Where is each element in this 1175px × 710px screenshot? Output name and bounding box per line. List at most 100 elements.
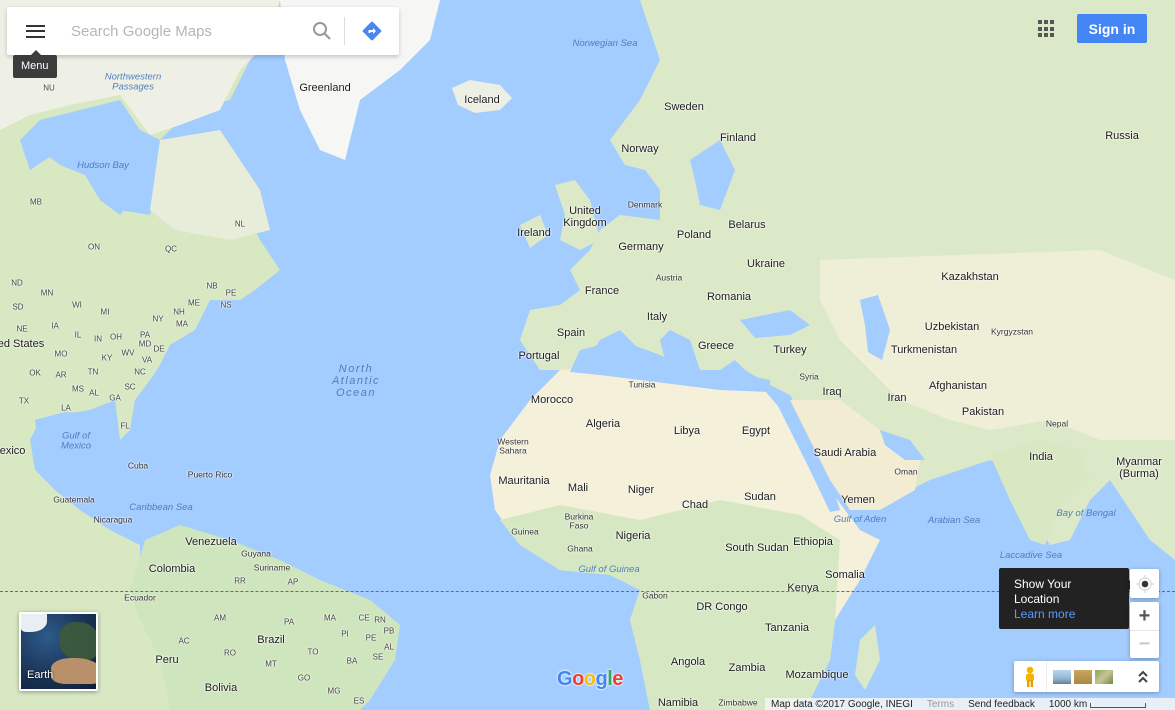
country-label: Russia — [1105, 129, 1139, 142]
state-label: PB — [383, 626, 395, 636]
state-label: SD — [12, 302, 24, 312]
state-label: PA — [283, 617, 295, 627]
earth-view-toggle[interactable]: Earth — [19, 612, 98, 691]
state-label: AL — [89, 388, 99, 398]
country-label: Zimbabwe — [718, 697, 758, 708]
layer-thumb-satellite[interactable] — [1053, 669, 1071, 684]
earth-thumbnail-desert — [51, 658, 96, 684]
country-label: Colombia — [148, 562, 196, 575]
state-label: RO — [224, 648, 236, 658]
water-label: Hudson Bay — [77, 159, 129, 171]
send-feedback-link[interactable]: Send feedback — [968, 699, 1035, 710]
country-label: Morocco — [530, 393, 574, 406]
state-label: AM — [214, 613, 226, 623]
show-location-text-2: Location — [1014, 592, 1060, 606]
state-label: SC — [124, 382, 136, 392]
water-label: Norwegian Sea — [572, 37, 638, 49]
country-label: Germany — [618, 240, 664, 253]
country-label: Romania — [706, 290, 752, 303]
directions-icon — [362, 21, 382, 41]
map-data-attribution: Map data ©2017 Google, INEGI — [771, 698, 913, 710]
country-label: Ghana — [567, 543, 593, 554]
layers-bar — [1014, 661, 1159, 692]
show-location-tooltip: Show Your Location Learn more — [999, 568, 1134, 629]
state-label: MA — [324, 613, 336, 623]
country-label: Austria — [655, 272, 683, 283]
country-label: Poland — [676, 228, 712, 241]
scale-label: 1000 km — [1048, 698, 1088, 710]
country-label: Niger — [627, 483, 655, 496]
state-label: PI — [341, 629, 349, 639]
country-label: Greece — [697, 339, 735, 352]
state-label: AL — [384, 642, 394, 652]
state-label: IL — [74, 330, 82, 340]
country-label: Gabon — [642, 590, 668, 601]
country-label: Tunisia — [628, 379, 656, 390]
country-label: Western Sahara — [497, 436, 529, 456]
state-label: NH — [173, 307, 185, 317]
chevron-up-double-icon — [1138, 670, 1148, 683]
state-label: NL — [234, 219, 246, 229]
landmass-madagascar — [855, 625, 880, 690]
expand-layers-button[interactable] — [1127, 661, 1159, 692]
search-button[interactable] — [300, 7, 344, 55]
country-label: Mauritania — [498, 474, 550, 487]
scale-bar — [1090, 703, 1147, 708]
menu-button[interactable] — [7, 7, 63, 55]
country-label: Uzbekistan — [924, 320, 980, 333]
state-label: FL — [120, 421, 130, 431]
my-location-icon — [1135, 574, 1154, 593]
country-label: Guinea — [511, 526, 539, 537]
country-label: Kyrgyzstan — [990, 326, 1034, 337]
country-label: Venezuela — [185, 535, 237, 548]
directions-button[interactable] — [345, 7, 399, 55]
state-label: BA — [346, 656, 358, 666]
country-label: Nepal — [1045, 418, 1069, 429]
country-label: Ukraine — [747, 257, 785, 270]
search-icon — [313, 22, 331, 40]
state-label: OH — [110, 332, 122, 342]
earth-label: Earth — [27, 669, 54, 681]
country-label: Bolivia — [204, 681, 238, 694]
state-label: NS — [220, 300, 232, 310]
scale-indicator[interactable]: 1000 km — [1048, 698, 1147, 710]
learn-more-link[interactable]: Learn more — [1014, 607, 1075, 621]
country-label: Guatemala — [53, 494, 95, 505]
zoom-in-button[interactable]: + — [1130, 602, 1159, 630]
country-label: Iraq — [822, 385, 842, 398]
sign-in-button[interactable]: Sign in — [1077, 14, 1147, 43]
country-label: Libya — [673, 424, 701, 437]
state-label: LA — [61, 403, 71, 413]
water-label: Gulf of Guinea — [578, 563, 640, 575]
state-label: CE — [358, 613, 370, 623]
country-label: Finland — [719, 131, 757, 144]
country-label: Egypt — [741, 424, 771, 437]
terms-link[interactable]: Terms — [927, 699, 954, 710]
country-label: Mali — [567, 481, 589, 494]
earth-thumbnail-ice — [21, 614, 47, 632]
my-location-button[interactable] — [1130, 569, 1159, 598]
ocean-label: North Atlantic Ocean — [331, 362, 381, 400]
water-label: Arabian Sea — [927, 514, 981, 526]
state-label: WV — [121, 348, 135, 358]
state-label: GA — [109, 393, 121, 403]
country-label: Burkina Faso — [564, 511, 594, 531]
pegman-button[interactable] — [1014, 661, 1047, 692]
zoom-out-button[interactable]: − — [1130, 630, 1159, 658]
pegman-icon — [1026, 666, 1034, 687]
country-label: Oman — [894, 466, 918, 477]
state-label: TN — [87, 367, 99, 377]
state-label: WI — [72, 300, 82, 310]
country-label: Sudan — [744, 490, 776, 503]
layer-thumb-traffic[interactable] — [1095, 669, 1113, 684]
country-label: Guyana — [241, 548, 271, 559]
apps-grid-icon[interactable] — [1037, 19, 1057, 39]
state-label: GO — [297, 673, 311, 683]
country-label: Greenland — [299, 81, 351, 94]
search-input[interactable] — [63, 7, 300, 55]
country-label: Algeria — [585, 417, 621, 430]
layer-thumb-terrain[interactable] — [1074, 669, 1092, 684]
state-label: DE — [153, 344, 165, 354]
state-label: RR — [234, 576, 246, 586]
state-label: NE — [16, 324, 28, 334]
